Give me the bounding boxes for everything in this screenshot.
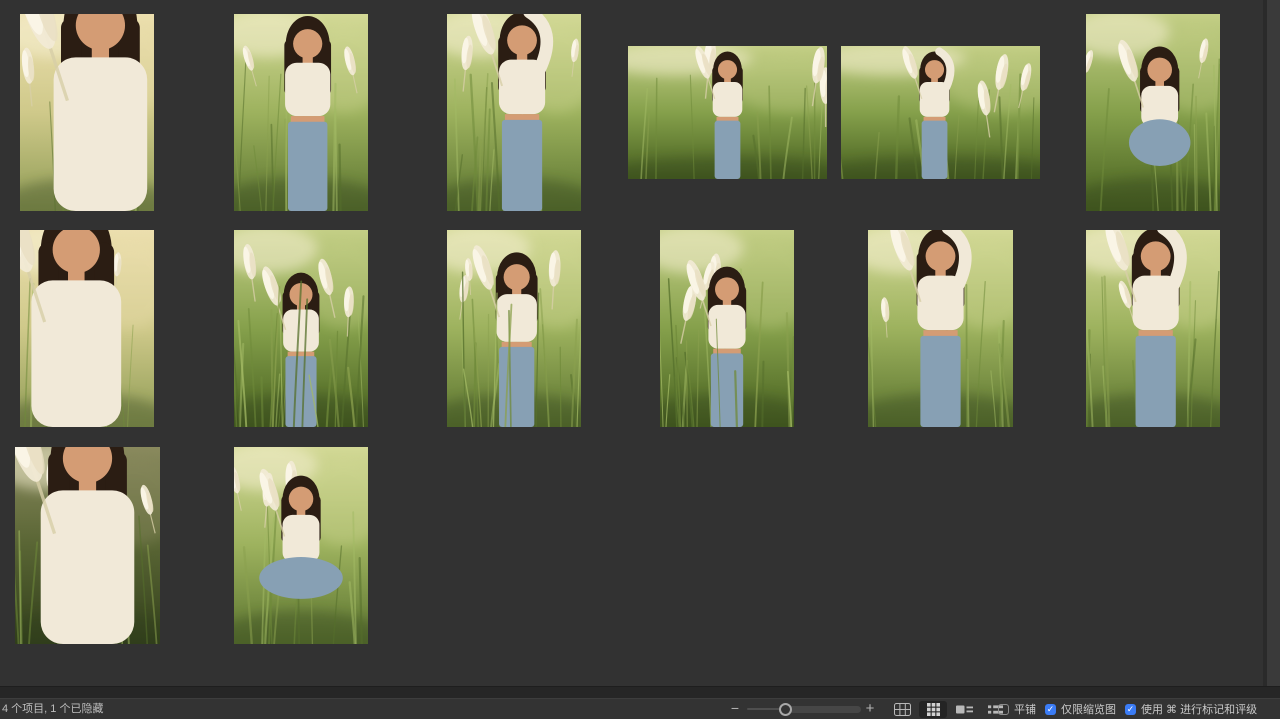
view-options-group: 平铺 ✓ 仅限缩览图 ✓ 使用 ⌘ 进行标记和评级 <box>998 699 1266 719</box>
photo-thumbnail[interactable] <box>20 14 154 211</box>
photo-thumbnail[interactable] <box>868 230 1013 427</box>
photo-thumbnail[interactable] <box>20 230 154 427</box>
photo-thumbnail[interactable] <box>1086 230 1220 427</box>
zoom-out-button[interactable]: − <box>727 699 743 718</box>
photo-thumbnail[interactable] <box>660 230 794 427</box>
view-mode-button-group <box>888 700 1009 719</box>
option-3: ✓ 使用 ⌘ 进行标记和评级 <box>1125 701 1257 717</box>
photo-thumbnail[interactable] <box>1086 14 1220 211</box>
option-1: 平铺 <box>998 701 1036 717</box>
photo-thumbnail[interactable] <box>447 230 581 427</box>
checkbox-checked[interactable]: ✓ <box>1125 704 1136 715</box>
thumbnail-grid <box>0 0 1280 686</box>
checkbox-checked[interactable]: ✓ <box>1045 704 1056 715</box>
large-grid-icon <box>894 703 911 716</box>
view-mode-large-grid-button[interactable] <box>888 701 916 718</box>
zoom-in-button[interactable]: + <box>861 699 879 718</box>
small-grid-icon <box>927 703 940 716</box>
photo-thumbnail[interactable] <box>15 447 160 644</box>
photo-browser-window: 4 个项目, 1 个已隐藏 − + 平铺 ✓ 仅限缩览图 ✓ 使用 ⌘ 进行标记和评级 <box>0 0 1280 719</box>
right-panel-edge <box>1263 0 1280 699</box>
photo-thumbnail[interactable] <box>234 14 368 211</box>
view-mode-thumbnail-details-button[interactable] <box>950 701 978 718</box>
checkbox-unchecked[interactable] <box>998 704 1009 715</box>
photo-thumbnail[interactable] <box>628 46 827 179</box>
option-label: 使用 ⌘ 进行标记和评级 <box>1141 701 1257 717</box>
item-count-label: 4 个项目, 1 个已隐藏 <box>2 699 103 719</box>
view-mode-small-grid-button[interactable] <box>919 701 947 718</box>
photo-thumbnail[interactable] <box>234 447 368 644</box>
slider-track-right <box>785 706 861 713</box>
option-2: ✓ 仅限缩览图 <box>1045 701 1116 717</box>
thumbnail-details-icon <box>956 704 973 715</box>
option-label: 仅限缩览图 <box>1061 701 1116 717</box>
photo-thumbnail[interactable] <box>234 230 368 427</box>
photo-thumbnail[interactable] <box>841 46 1040 179</box>
status-bar: 4 个项目, 1 个已隐藏 − + 平铺 ✓ 仅限缩览图 ✓ 使用 ⌘ 进行标记和评级 <box>0 698 1280 719</box>
photo-thumbnail[interactable] <box>447 14 581 211</box>
thumbnail-size-slider[interactable] <box>747 699 861 719</box>
option-label: 平铺 <box>1014 701 1036 717</box>
slider-knob[interactable] <box>779 703 792 716</box>
